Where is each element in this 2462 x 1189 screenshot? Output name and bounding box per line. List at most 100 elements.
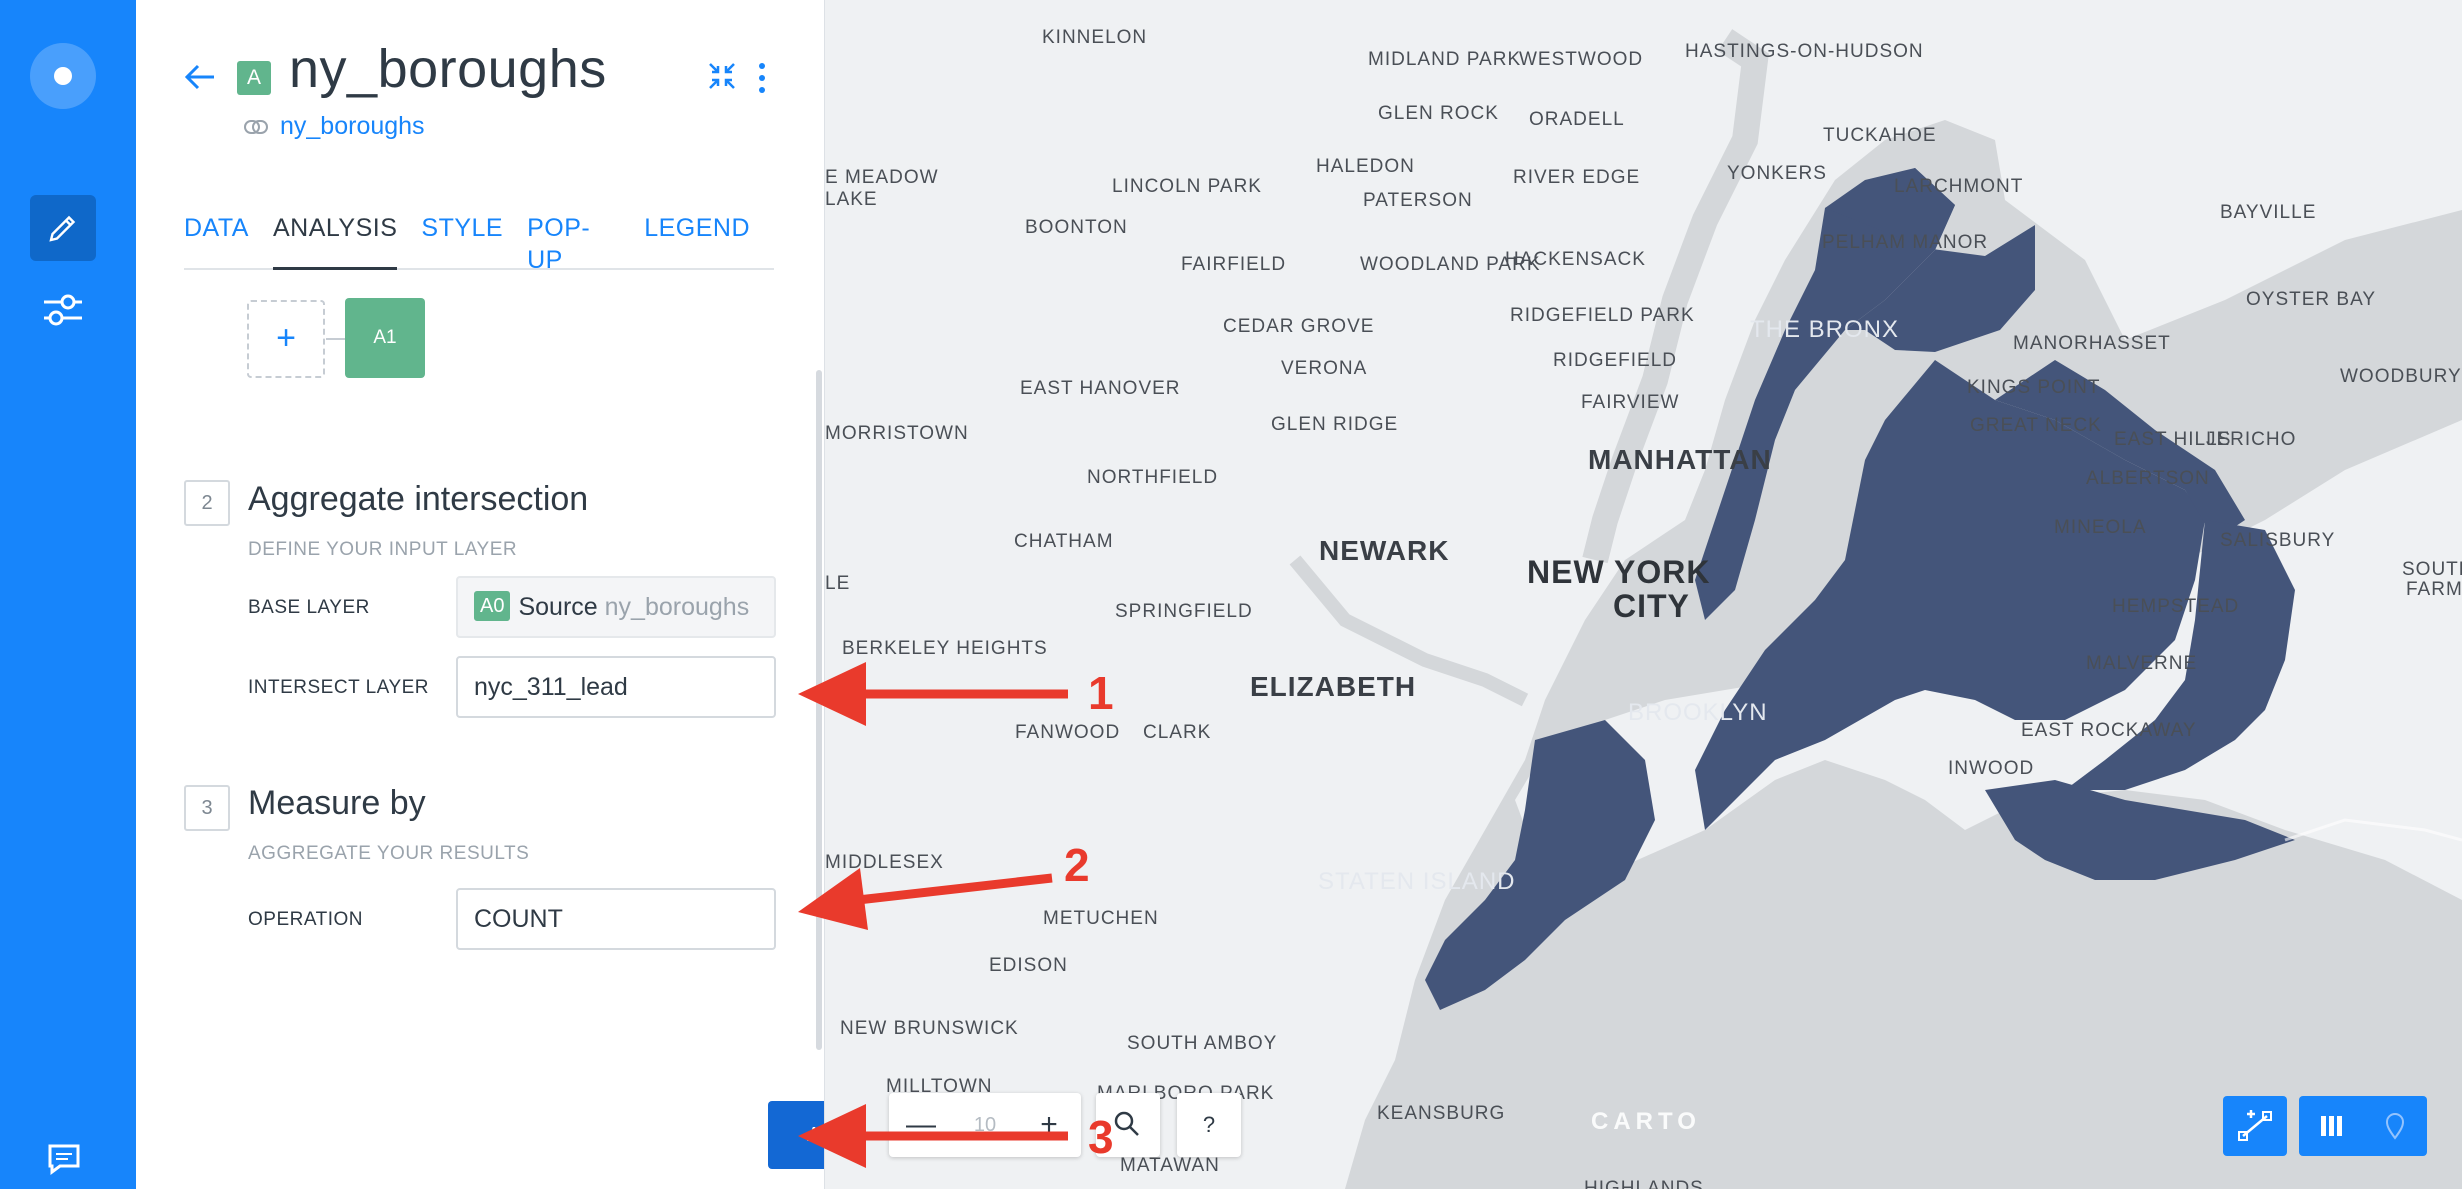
left-rail [0,0,136,1189]
step-number-2: 2 [184,480,230,526]
place-label: SPRINGFIELD [1115,601,1253,622]
step-description-input: DEFINE YOUR INPUT LAYER [248,539,518,560]
place-label: MORRISTOWN [825,423,969,444]
pencil-icon [49,215,76,242]
place-label: GREAT NECK [1970,415,2102,436]
place-label: PELHAM MANOR [1822,232,1989,253]
place-label: CLARK [1143,722,1212,743]
zoom-out-button[interactable]: — [889,1093,953,1157]
place-label: OYSTER BAY [2246,289,2377,310]
feedback-button[interactable] [44,1140,84,1176]
annotation-number-1: 1 [1088,667,1114,719]
intersect-layer-label: INTERSECT LAYER [248,677,430,698]
place-label: MIDLAND PARK [1368,49,1522,70]
kebab-icon [759,63,765,93]
place-label: MANHATTAN [1588,444,1772,475]
annotation-number-3: 3 [1088,1111,1114,1163]
place-label: GLEN RIDGE [1271,414,1399,435]
help-button[interactable]: ? [1177,1093,1241,1157]
place-label: GLEN ROCK [1378,103,1499,124]
place-label: PATERSON [1363,190,1473,211]
columns-icon [2321,1116,2342,1136]
place-label: MALVERNE [2086,653,2198,674]
intersect-layer-select[interactable]: nyc_311_lead [456,656,776,718]
place-label: CITY [1613,588,1690,624]
map-options-tab[interactable] [38,290,88,330]
base-layer-label: BASE LAYER [248,597,370,618]
place-label: EDISON [989,955,1068,976]
collapse-button[interactable] [704,58,740,94]
step-description-aggregate: AGGREGATE YOUR RESULTS [248,843,530,864]
place-label: EAST ROCKAWAY [2021,720,2197,741]
place-label: MATAWAN [1120,1155,1220,1176]
step-title-aggregate: Aggregate intersection [248,480,589,518]
place-label: MIDDLESEX [825,852,944,873]
place-label: YONKERS [1727,163,1827,184]
place-label: LAKE [825,189,878,210]
analysis-node-a1[interactable]: A1 [345,298,425,378]
place-label: ALBERTSON [2086,468,2210,489]
operation-select[interactable]: COUNT [456,888,776,950]
place-label: MANORHASSET [2013,333,2171,354]
place-label: CHATHAM [1014,531,1114,552]
map-canvas[interactable]: KINNELON MIDLAND PARK WESTWOOD HASTINGS-ON-… [825,0,2462,1189]
draw-geometry-icon [2238,1110,2272,1141]
place-label: NEW BRUNSWICK [840,1018,1019,1039]
tab-legend[interactable]: LEGEND [644,212,774,270]
arrow-left-icon [184,64,214,90]
place-label: FAIRFIELD [1181,254,1287,275]
tab-style[interactable]: STYLE [421,212,527,270]
zoom-in-button[interactable]: + [1017,1093,1081,1157]
carto-logo-icon[interactable] [30,43,96,109]
place-label: FANWOOD [1015,722,1121,743]
place-label: VERONA [1281,358,1368,379]
layer-view-toggle[interactable] [2299,1096,2427,1156]
place-label: LE [825,573,851,594]
base-layer-badge: A0 [474,591,511,621]
place-label: MINEOLA [2054,517,2147,538]
layer-badge: A [237,61,271,95]
place-label: BAYVILLE [2220,202,2317,223]
edit-layers-tab[interactable] [30,195,96,261]
place-label: HALEDON [1316,156,1415,177]
place-label: LARCHMONT [1894,176,2024,197]
place-label: NEWARK [1319,535,1450,566]
more-options-button[interactable] [752,58,772,98]
place-label: TUCKAHOE [1823,125,1937,146]
source-link[interactable]: ny_boroughs [280,112,425,141]
place-label: HACKENSACK [1505,249,1646,270]
place-label: KINNELON [1042,27,1148,48]
layer-title[interactable]: ny_boroughs [289,38,607,100]
place-label: LINCOLN PARK [1112,176,1262,197]
annotation-number-2: 2 [1064,839,1090,891]
panel-scrollbar[interactable] [816,370,822,1050]
place-label: METUCHEN [1043,908,1159,929]
place-label: EAST HANOVER [1020,378,1181,399]
zoom-control: — 10 + [889,1093,1081,1157]
place-label: NEW YORK [1527,554,1711,590]
borough-label-bronx: THE BRONX [1750,316,1900,343]
tab-pop-up[interactable]: POP-UP [527,212,644,274]
place-label: E MEADOW [825,167,939,188]
place-label: RIDGEFIELD PARK [1510,305,1695,326]
tab-analysis[interactable]: ANALYSIS [272,212,398,270]
base-layer-source: ny_boroughs [604,593,750,621]
place-label: KEANSBURG [1377,1103,1506,1124]
layer-tabs: DATA ANALYSIS STYLE POP-UP LEGEND [184,212,774,274]
tab-data[interactable]: DATA [184,212,273,270]
place-label: BOONTON [1025,217,1128,238]
place-label: CEDAR GROVE [1223,316,1375,337]
place-label: RIVER EDGE [1513,167,1641,188]
back-button[interactable] [180,56,222,98]
place-label: WOODBURY [2340,366,2462,387]
place-label: RIDGEFIELD [1553,350,1678,371]
add-analysis-button[interactable]: + [247,300,325,378]
carto-attribution: CARTO [1591,1108,1701,1135]
zoom-level: 10 [973,1114,997,1136]
place-label: KINGS POINT [1967,377,2101,398]
base-layer-value: Source [518,593,598,621]
apply-button[interactable]: APPLY [768,1101,824,1169]
place-label: NORTHFIELD [1087,467,1219,488]
place-label: ELIZABETH [1250,671,1417,702]
draw-tool-button[interactable] [2223,1096,2287,1156]
